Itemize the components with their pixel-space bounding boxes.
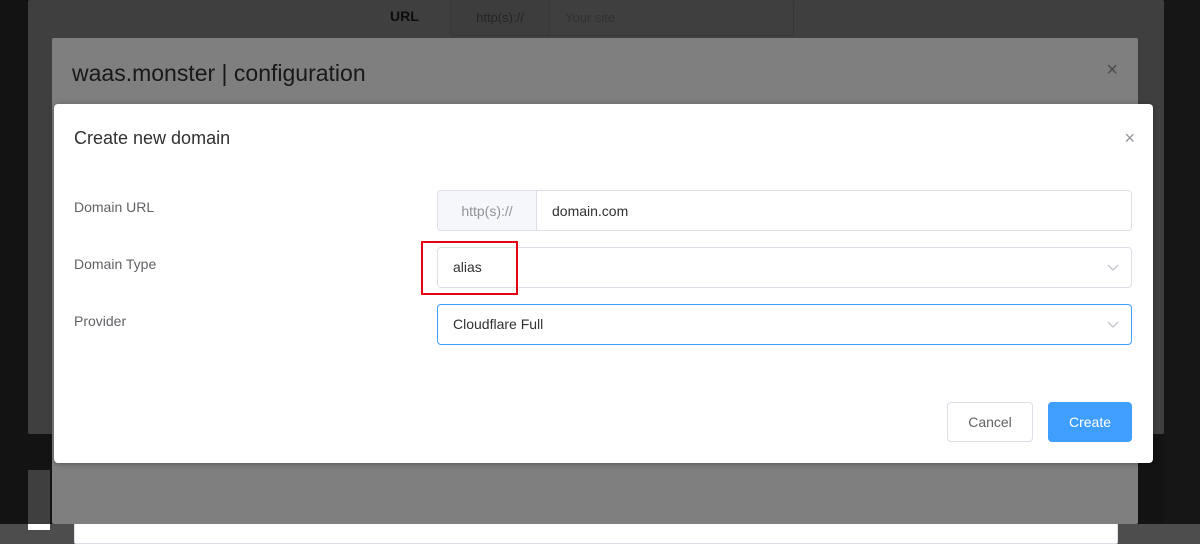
domain-type-control: alias: [437, 247, 1132, 288]
domain-type-row: Domain Type alias: [74, 247, 1133, 288]
provider-row: Provider Cloudflare Full: [74, 304, 1133, 345]
domain-url-prefix: http(s)://: [438, 191, 537, 230]
provider-control: Cloudflare Full: [437, 304, 1132, 345]
create-button[interactable]: Create: [1048, 402, 1132, 442]
close-icon[interactable]: ×: [1124, 129, 1135, 147]
provider-value: Cloudflare Full: [453, 316, 544, 332]
domain-url-label: Domain URL: [74, 199, 155, 215]
domain-type-select[interactable]: alias: [437, 247, 1132, 288]
chevron-down-icon: [1107, 264, 1119, 271]
domain-type-value: alias: [453, 259, 482, 275]
domain-url-input[interactable]: [537, 191, 1131, 230]
provider-select[interactable]: Cloudflare Full: [437, 304, 1132, 345]
domain-url-group: http(s)://: [437, 190, 1132, 231]
domain-url-control: http(s)://: [437, 190, 1132, 231]
create-dialog-title: Create new domain: [74, 128, 231, 148]
cancel-button[interactable]: Cancel: [947, 402, 1033, 442]
domain-url-row: Domain URL http(s)://: [74, 190, 1133, 231]
chevron-down-icon: [1107, 321, 1119, 328]
domain-type-label: Domain Type: [74, 256, 157, 272]
create-domain-dialog: Create new domain × Domain URL http(s):/…: [54, 104, 1153, 463]
provider-label: Provider: [74, 313, 127, 329]
